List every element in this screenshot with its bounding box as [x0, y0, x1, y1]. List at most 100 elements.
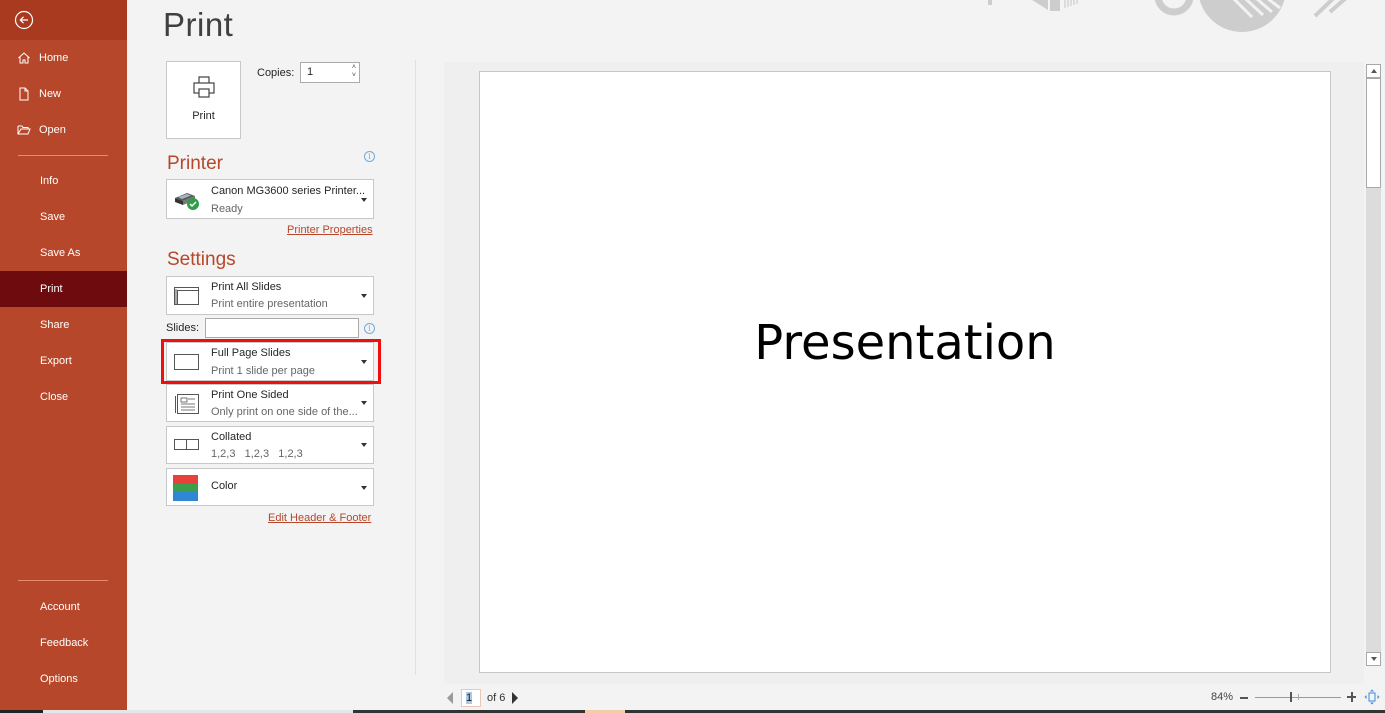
- scroll-up-icon: [1370, 69, 1377, 73]
- sidebar-item-label: Share: [40, 319, 70, 331]
- chevron-down-icon: [361, 360, 367, 364]
- sidebar-item-label: Save: [40, 211, 66, 223]
- page-title: Print: [163, 6, 234, 43]
- sidebar-item-info[interactable]: Info: [0, 163, 127, 199]
- printer-dropdown[interactable]: Canon MG3600 series Printer... Ready: [166, 179, 374, 219]
- slide-preview: Presentation: [479, 71, 1331, 673]
- sidebar-item-label: Open: [39, 124, 66, 136]
- sidebar-item-label: Export: [40, 355, 72, 367]
- info-icon[interactable]: i: [364, 151, 375, 162]
- color-swatch-icon: [173, 475, 198, 501]
- sidebar-divider: [18, 155, 108, 156]
- sidebar-item-feedback[interactable]: Feedback: [0, 625, 127, 661]
- page-count: of 6: [487, 692, 506, 704]
- sidebar-item-label: Home: [39, 52, 69, 64]
- info-icon[interactable]: i: [364, 323, 375, 334]
- slide-title: Presentation: [754, 315, 1056, 371]
- new-document-icon: [17, 87, 31, 101]
- sidebar-item-share[interactable]: Share: [0, 307, 127, 343]
- sidebar-item-export[interactable]: Export: [0, 343, 127, 379]
- sidebar-item-home[interactable]: Home: [0, 40, 127, 76]
- zoom-slider-thumb[interactable]: [1290, 692, 1292, 702]
- sidebar-divider: [18, 580, 108, 581]
- zoom-in-button[interactable]: [1347, 692, 1357, 702]
- sidebar-item-label: Account: [40, 601, 80, 613]
- zoom-out-button[interactable]: [1240, 697, 1248, 699]
- sidebar-item-label: Close: [40, 391, 69, 403]
- sidebar-item-account[interactable]: Account: [0, 589, 127, 625]
- printer-icon: [192, 76, 215, 98]
- color-title: Color: [211, 480, 238, 492]
- back-button[interactable]: [0, 0, 127, 40]
- print-range-dropdown[interactable]: Print All Slides Print entire presentati…: [166, 276, 374, 315]
- print-range-title: Print All Slides: [211, 281, 282, 293]
- zoom-to-page-icon[interactable]: [1364, 689, 1380, 705]
- panel-divider: [415, 60, 416, 675]
- chevron-down-icon: [361, 198, 367, 202]
- printer-name: Canon MG3600 series Printer...: [211, 185, 366, 197]
- chevron-down-icon: [361, 486, 367, 490]
- sidebar-item-label: Feedback: [40, 637, 89, 649]
- home-icon: [17, 51, 31, 65]
- sidebar-item-print[interactable]: Print: [0, 271, 127, 307]
- sidebar-item-label: Options: [40, 673, 78, 685]
- printer-status: Ready: [211, 203, 243, 215]
- decrement-icon[interactable]: ˅: [352, 72, 356, 80]
- open-folder-icon: [17, 123, 31, 137]
- print-button-label: Print: [192, 110, 215, 122]
- increment-icon[interactable]: ˄: [352, 64, 356, 72]
- settings-section-title: Settings: [167, 249, 236, 270]
- sidebar-item-label: Info: [40, 175, 59, 187]
- full-page-slide-icon: [174, 354, 199, 370]
- collated-icon: [174, 439, 199, 450]
- copies-value: 1: [307, 66, 314, 78]
- one-sided-icon: [175, 394, 199, 414]
- slides-label: Slides:: [166, 322, 200, 334]
- sidebar-item-save-as[interactable]: Save As: [0, 235, 127, 271]
- sides-subtitle: Only print on one side of the...: [211, 406, 358, 418]
- chevron-down-icon: [361, 294, 367, 298]
- back-arrow-icon: [14, 10, 34, 30]
- next-page-button[interactable]: [512, 692, 519, 704]
- powerpoint-backstage: Home New Open Info Save Save As Print Sh…: [0, 0, 1385, 713]
- copies-input[interactable]: 1 ˄ ˅: [300, 62, 360, 83]
- printer-properties-link[interactable]: Printer Properties: [287, 224, 373, 236]
- chevron-down-icon: [361, 443, 367, 447]
- vertical-scrollbar[interactable]: [1366, 64, 1381, 666]
- sidebar-item-open[interactable]: Open: [0, 112, 127, 148]
- sidebar-item-close[interactable]: Close: [0, 379, 127, 415]
- sidebar-item-options[interactable]: Options: [0, 661, 127, 697]
- scroll-up-button[interactable]: [1366, 64, 1381, 78]
- sidebar-item-save[interactable]: Save: [0, 199, 127, 235]
- decorative-background-shapes: [988, 0, 1347, 32]
- sidebar-item-label: Print: [40, 283, 63, 295]
- printer-section-title: Printer: [167, 153, 223, 174]
- collation-dropdown[interactable]: Collated 1,2,3 1,2,3 1,2,3: [166, 426, 374, 464]
- chevron-down-icon: [361, 401, 367, 405]
- sidebar-item-label: Save As: [40, 247, 81, 259]
- sides-dropdown[interactable]: Print One Sided Only print on one side o…: [166, 384, 374, 422]
- zoom-100-tick: [1298, 694, 1299, 700]
- scrollbar-thumb[interactable]: [1366, 78, 1381, 188]
- print-range-subtitle: Print entire presentation: [211, 298, 328, 310]
- sidebar-item-new[interactable]: New: [0, 76, 127, 112]
- print-button[interactable]: Print: [166, 61, 241, 139]
- collation-subtitle: 1,2,3 1,2,3 1,2,3: [211, 448, 303, 460]
- sides-title: Print One Sided: [211, 389, 289, 401]
- collation-title: Collated: [211, 431, 252, 443]
- layout-title: Full Page Slides: [211, 347, 291, 359]
- edit-header-footer-link[interactable]: Edit Header & Footer: [268, 512, 371, 524]
- copies-spinner[interactable]: ˄ ˅: [352, 64, 356, 80]
- current-page-value: 1: [466, 692, 473, 704]
- scroll-down-icon: [1370, 657, 1377, 661]
- color-dropdown[interactable]: Color: [166, 468, 374, 506]
- slides-input[interactable]: [205, 318, 359, 338]
- previous-page-button[interactable]: [447, 692, 453, 704]
- current-page-input[interactable]: 1: [461, 689, 481, 707]
- scroll-down-button[interactable]: [1366, 652, 1381, 666]
- copies-label: Copies:: [257, 67, 295, 79]
- zoom-percentage[interactable]: 84%: [1211, 691, 1233, 703]
- layout-dropdown[interactable]: Full Page Slides Print 1 slide per page: [166, 342, 374, 381]
- sidebar-item-label: New: [39, 88, 62, 100]
- layout-subtitle: Print 1 slide per page: [211, 365, 315, 377]
